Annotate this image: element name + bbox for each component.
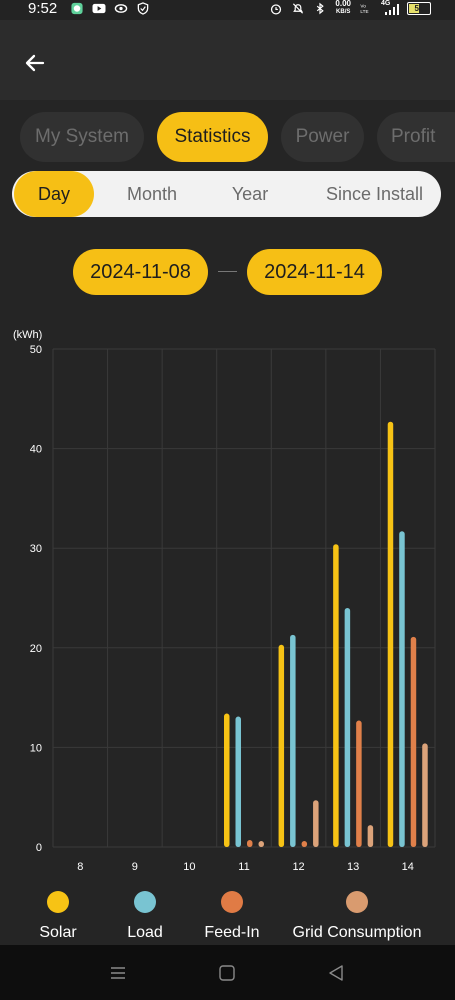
bar-feed-in: [410, 636, 417, 847]
x-tick-label: 8: [77, 861, 83, 873]
tab-power[interactable]: Power: [281, 112, 364, 162]
y-tick-label: 30: [30, 543, 42, 555]
system-nav-bar: [0, 945, 455, 1000]
bar-grid-consumption: [313, 800, 319, 847]
tab-statistics[interactable]: Statistics: [157, 112, 268, 162]
x-tick-label: 9: [132, 861, 138, 873]
y-tick-label: 10: [30, 742, 42, 754]
tab-my-system[interactable]: My System: [20, 112, 144, 162]
x-tick-label: 12: [292, 861, 304, 873]
y-tick-label: 50: [30, 344, 42, 356]
battery-icon: 51: [407, 1, 431, 15]
signal-icon: 4G: [381, 0, 399, 15]
legend-label: Solar: [39, 924, 77, 941]
tab-profit[interactable]: Profit: [377, 112, 455, 162]
bar-load: [399, 531, 405, 847]
x-tick-label: 13: [347, 861, 359, 873]
legend-dot: [221, 891, 243, 913]
svg-text:LTE: LTE: [360, 9, 368, 14]
youtube-icon: [92, 3, 106, 14]
chart-legend: Solar Load Feed-In Grid Consumption: [0, 885, 455, 945]
mute-icon: [293, 2, 304, 14]
status-time: 9:52: [28, 0, 58, 17]
x-tick-label: 10: [183, 861, 195, 873]
bar-feed-in: [247, 840, 253, 847]
end-date-button[interactable]: 2024-11-14: [247, 249, 382, 295]
period-selector: Day Month Year Since Install: [12, 171, 441, 217]
arrow-left-icon[interactable]: [22, 50, 48, 76]
bar-grid-consumption: [422, 743, 428, 847]
svg-text:Vo: Vo: [360, 3, 366, 8]
bar-solar: [333, 544, 339, 847]
alarm-icon: [271, 3, 282, 15]
bar-feed-in: [356, 720, 362, 847]
y-unit-label: (kWh): [13, 329, 42, 341]
main-tabs: My System Statistics Power Profit: [0, 112, 455, 164]
bar-load: [235, 716, 241, 847]
bar-solar: [278, 644, 285, 847]
legend-label: Feed-In: [204, 924, 260, 941]
bar-grid-consumption: [367, 825, 374, 847]
whatsapp-icon: [71, 2, 83, 15]
legend-grid-consumption[interactable]: Grid Consumption: [287, 885, 427, 942]
x-tick-label: 11: [238, 861, 249, 873]
y-tick-label: 0: [36, 842, 42, 854]
bar-grid-consumption: [258, 841, 264, 847]
period-since-install[interactable]: Since Install: [312, 171, 437, 217]
legend-dot: [346, 891, 368, 913]
volte-icon: VoLTE: [360, 3, 368, 14]
bar-feed-in: [301, 841, 308, 847]
legend-dot: [134, 891, 156, 913]
period-day[interactable]: Day: [14, 171, 94, 217]
shield-icon: [137, 2, 149, 15]
y-tick-label: 40: [30, 444, 42, 456]
bar-load: [290, 634, 296, 847]
period-year[interactable]: Year: [210, 171, 290, 217]
legend-label: Grid Consumption: [292, 924, 422, 941]
status-bar: 9:52 0.00 KB/S Vo LTE 4G 51: [0, 0, 455, 20]
back-icon[interactable]: [326, 963, 346, 983]
legend-feed-in[interactable]: Feed-In: [197, 885, 267, 942]
date-separator: [218, 271, 237, 272]
home-icon[interactable]: [217, 963, 237, 983]
menu-icon[interactable]: [108, 963, 128, 983]
bluetooth-icon: [317, 2, 325, 14]
bar-load: [344, 607, 351, 847]
net-speed: 0.00 KB/S: [335, 0, 351, 15]
start-date-button[interactable]: 2024-11-08: [73, 249, 208, 295]
legend-solar[interactable]: Solar: [28, 885, 88, 942]
bar-solar: [387, 421, 394, 847]
energy-bar-chart: (kWh) 0 10 20 30 40 50 8 9 10 11 12 13 14: [13, 329, 436, 873]
legend-dot: [47, 891, 69, 913]
legend-label: Load: [127, 924, 163, 941]
app-icon: [114, 4, 128, 13]
period-month[interactable]: Month: [107, 171, 197, 217]
legend-load[interactable]: Load: [115, 885, 175, 942]
y-tick-label: 20: [30, 643, 42, 655]
app-bar: [0, 20, 455, 100]
x-tick-label: 14: [402, 861, 414, 873]
bar-solar: [224, 713, 230, 847]
